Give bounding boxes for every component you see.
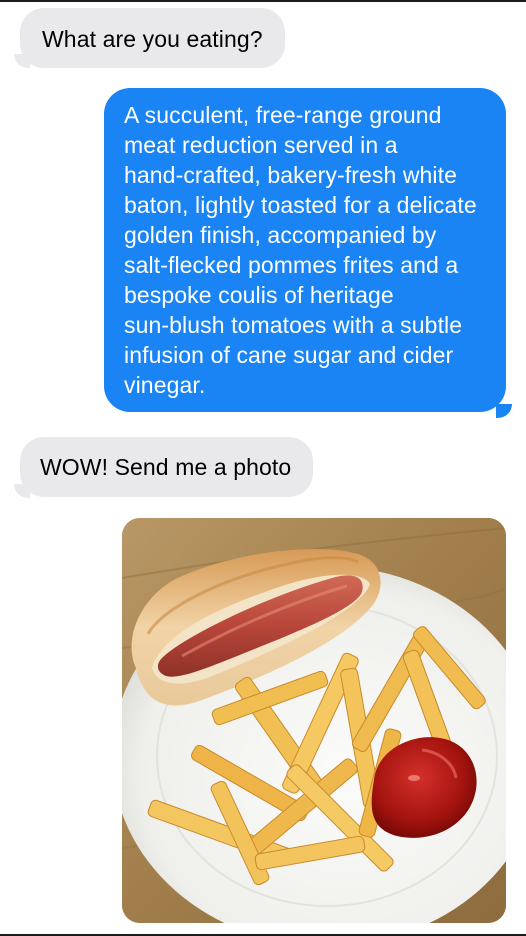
incoming-message-bubble[interactable]: What are you eating? (20, 8, 285, 68)
incoming-message-bubble[interactable]: WOW! Send me a photo (20, 437, 314, 497)
photo-attachment[interactable] (122, 518, 506, 923)
bubble-tail (496, 404, 512, 418)
outgoing-message-bubble[interactable]: A succulent, free-range ground meat redu… (104, 88, 506, 412)
message-line: hand-crafted, bakery-fresh white (124, 162, 458, 188)
message-line: A succulent, free-range ground (124, 102, 442, 128)
message-line: salt-flecked pommes frites and a (124, 252, 459, 278)
hotdog-fries-photo (122, 518, 506, 923)
message-line: vinegar. (124, 372, 206, 398)
message-line: baton, lightly toasted for a delicate (124, 192, 477, 218)
message-line: bespoke coulis of heritage (124, 282, 394, 308)
message-line: sun-blush tomatoes with a subtle (124, 312, 463, 338)
message-line: infusion of cane sugar and cider (124, 342, 454, 368)
message-text: WOW! Send me a photo (40, 454, 292, 480)
message-thread: What are you eating? A succulent, free-r… (0, 0, 526, 936)
message-line: golden finish, accompanied by (124, 222, 437, 248)
message-text: What are you eating? (42, 26, 263, 52)
message-line: meat reduction served in a (124, 132, 398, 158)
